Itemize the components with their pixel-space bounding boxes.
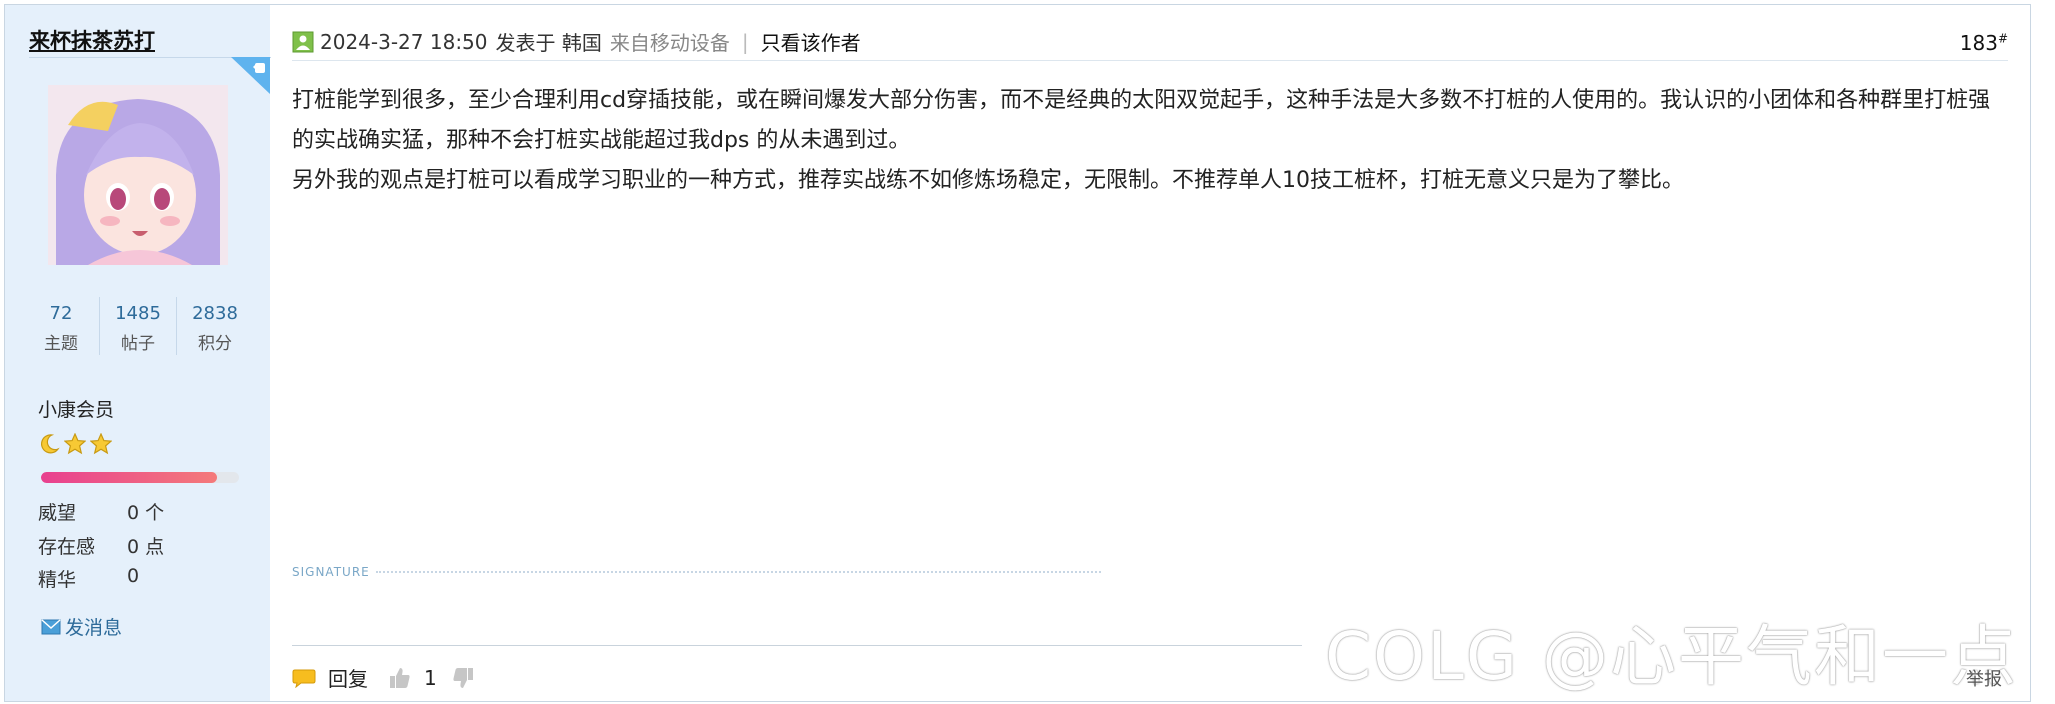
online-status-icon: [292, 31, 314, 52]
attr-label: 精华: [38, 569, 77, 591]
separator: |: [741, 29, 749, 54]
username-link[interactable]: 来杯抹茶苏打: [29, 25, 155, 55]
reply-bubble-icon: [292, 669, 316, 688]
avatar[interactable]: [48, 85, 228, 265]
user-sidebar: 来杯抹茶苏打 72 主题 1485 帖子 2838 积分 小康会员 威望 0 个…: [5, 5, 271, 701]
report-link[interactable]: 举报: [1966, 665, 2002, 691]
stat-value: 2838: [192, 303, 238, 324]
stat-label: 帖子: [121, 334, 155, 354]
level-progress-fill: [41, 472, 218, 483]
post-content: 打桩能学到很多，至少合理利用cd穿插技能，或在瞬间爆发大部分伤害，而不是经典的太…: [292, 81, 2012, 201]
stat-label: 积分: [198, 334, 232, 354]
attr-label: 存在感: [38, 536, 96, 558]
attr-prestige: 威望 0 个: [38, 498, 164, 525]
floor-mark: #: [1997, 31, 2008, 46]
forum-post: 来杯抹茶苏打 72 主题 1485 帖子 2838 积分 小康会员 威望 0 个…: [4, 4, 2031, 702]
stat-points[interactable]: 2838 积分: [177, 297, 253, 355]
rank-icons: [38, 433, 112, 455]
attr-label: 威望: [38, 502, 77, 524]
signature-label: SIGNATURE: [292, 565, 370, 579]
floor-number[interactable]: 183#: [1960, 31, 2008, 55]
post-device[interactable]: 来自移动设备: [610, 27, 730, 56]
post-paragraph: 打桩能学到很多，至少合理利用cd穿插技能，或在瞬间爆发大部分伤害，而不是经典的太…: [292, 88, 1991, 153]
floor-value: 183: [1959, 31, 1998, 55]
stat-posts[interactable]: 1485 帖子: [100, 297, 177, 355]
dotted-line: [375, 571, 1101, 573]
divider: [292, 60, 2008, 61]
divider: [292, 645, 1302, 646]
envelope-icon: [41, 618, 61, 634]
reply-button[interactable]: 回复: [292, 663, 368, 692]
thumbs-down-icon: [453, 667, 473, 688]
post-actions: 回复 1: [292, 663, 475, 692]
author-only-link[interactable]: 只看该作者: [761, 27, 861, 56]
moon-icon: [41, 434, 60, 454]
like-button[interactable]: 1: [388, 666, 437, 690]
attr-essence: 精华 0: [38, 565, 139, 592]
thumbs-up-icon: [390, 667, 410, 688]
star-icon: [90, 433, 112, 455]
stat-topics[interactable]: 72 主题: [23, 297, 100, 355]
post-header: 2024-3-27 18:50 发表于 韩国 来自移动设备 | 只看该作者: [292, 27, 861, 56]
attr-value: 0 个: [127, 502, 165, 524]
stat-value: 72: [49, 303, 73, 324]
level-progress-bar: [41, 472, 239, 483]
attr-presence: 存在感 0 点: [38, 532, 164, 559]
post-paragraph: 另外我的观点是打桩可以看成学习职业的一种方式，推荐实战练不如修炼场稳定，无限制。…: [292, 168, 1684, 193]
signature-divider: SIGNATURE: [292, 565, 1101, 579]
reply-label: 回复: [328, 667, 368, 691]
attr-value: 0: [127, 565, 140, 587]
send-message-label: 发消息: [65, 617, 123, 639]
send-message-button[interactable]: 发消息: [41, 613, 122, 640]
attr-value: 0 点: [127, 536, 165, 558]
post-location: 发表于 韩国: [495, 31, 602, 55]
star-icon: [64, 433, 86, 455]
watermark: COLG @心平气和一点: [1325, 618, 2018, 695]
user-group[interactable]: 小康会员: [38, 395, 114, 422]
dislike-button[interactable]: [451, 666, 475, 690]
online-badge-icon: [231, 57, 270, 94]
stat-value: 1485: [115, 303, 161, 324]
like-count: 1: [424, 665, 437, 690]
user-stats: 72 主题 1485 帖子 2838 积分: [23, 297, 253, 355]
stat-label: 主题: [44, 334, 78, 354]
post-main: 2024-3-27 18:50 发表于 韩国 来自移动设备 | 只看该作者 18…: [270, 5, 2030, 701]
post-date: 2024-3-27 18:50: [320, 29, 488, 54]
